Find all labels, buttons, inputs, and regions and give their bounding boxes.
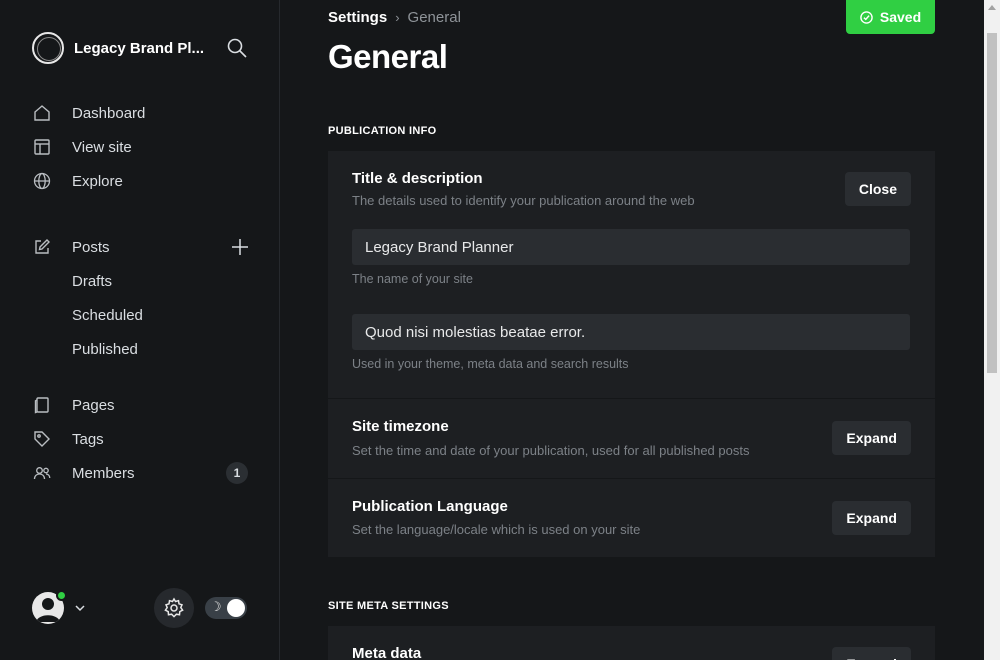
nav-published[interactable]: Published	[32, 332, 252, 366]
page-icon	[32, 395, 52, 415]
breadcrumb-settings[interactable]: Settings	[328, 9, 387, 26]
check-circle-icon	[860, 10, 873, 24]
breadcrumb-general: General	[407, 9, 461, 26]
nav-pages-label: Pages	[72, 396, 115, 414]
timezone-heading: Site timezone	[352, 418, 449, 435]
layout-icon	[32, 137, 52, 157]
divider	[328, 478, 935, 479]
site-logo	[32, 32, 64, 64]
gear-icon	[164, 597, 184, 618]
sidebar: Legacy Brand Pl... Dashboard View site E…	[0, 0, 280, 660]
saved-label: Saved	[879, 9, 922, 25]
globe-icon	[32, 171, 52, 191]
online-status-dot	[56, 590, 67, 601]
nav-secondary: Pages Tags Members 1	[32, 388, 252, 490]
site-meta-card: Meta data Expand	[328, 626, 935, 660]
toggle-knob	[227, 599, 245, 617]
nav-scheduled[interactable]: Scheduled	[32, 298, 252, 332]
theme-toggle[interactable]: ☽	[205, 597, 247, 619]
nav-pages[interactable]: Pages	[32, 388, 252, 422]
nav-drafts-label: Drafts	[72, 272, 113, 290]
site-title-input[interactable]: Legacy Brand Planner	[352, 229, 910, 265]
scrollbar-thumb[interactable]	[987, 33, 997, 373]
chevron-down-icon[interactable]	[74, 602, 86, 614]
nav-primary: Dashboard View site Explore	[32, 96, 252, 198]
nav-scheduled-label: Scheduled	[72, 306, 143, 324]
page-title: General	[328, 38, 448, 75]
nav-drafts[interactable]: Drafts	[32, 264, 252, 298]
section-site-meta: SITE META SETTINGS	[328, 600, 449, 612]
members-icon	[32, 463, 52, 483]
main-content: Settings › General General Saved PUBLICA…	[281, 0, 984, 660]
nav-explore-label: Explore	[72, 172, 123, 190]
settings-button[interactable]	[154, 588, 194, 628]
tag-icon	[32, 429, 52, 449]
site-name: Legacy Brand Pl...	[74, 39, 205, 57]
meta-data-expand-button[interactable]: Expand	[832, 647, 911, 660]
home-icon	[32, 103, 52, 123]
nav-dashboard[interactable]: Dashboard	[32, 96, 252, 130]
search-icon[interactable]	[226, 37, 248, 59]
nav-dashboard-label: Dashboard	[72, 104, 146, 122]
site-description-hint: Used in your theme, meta data and search…	[352, 357, 629, 371]
timezone-expand-button[interactable]: Expand	[832, 421, 911, 455]
nav-view-site-label: View site	[72, 138, 132, 156]
title-description-heading: Title & description	[352, 170, 483, 187]
nav-published-label: Published	[72, 340, 138, 358]
scrollbar[interactable]	[984, 0, 1000, 660]
members-count-badge: 1	[226, 462, 248, 484]
nav-tags-label: Tags	[72, 430, 104, 448]
nav-explore[interactable]: Explore	[32, 164, 252, 198]
add-post-icon[interactable]	[230, 237, 250, 257]
language-desc: Set the language/locale which is used on…	[352, 522, 641, 537]
nav-view-site[interactable]: View site	[32, 130, 252, 164]
language-heading: Publication Language	[352, 498, 508, 515]
publication-info-card: Title & description The details used to …	[328, 151, 935, 557]
scroll-up-arrow-icon[interactable]	[988, 5, 996, 10]
saved-button[interactable]: Saved	[846, 0, 935, 34]
nav-tags[interactable]: Tags	[32, 422, 252, 456]
brand[interactable]: Legacy Brand Pl...	[32, 32, 204, 64]
nav-posts-label: Posts	[72, 238, 110, 256]
breadcrumb-separator: ›	[395, 10, 400, 25]
title-description-desc: The details used to identify your public…	[352, 193, 695, 208]
timezone-desc: Set the time and date of your publicatio…	[352, 443, 750, 458]
close-button[interactable]: Close	[844, 172, 911, 206]
sidebar-footer: ☽	[32, 588, 248, 628]
site-description-input[interactable]: Quod nisi molestias beatae error.	[352, 314, 910, 350]
nav-members[interactable]: Members 1	[32, 456, 252, 490]
language-expand-button[interactable]: Expand	[832, 501, 911, 535]
section-publication-info: PUBLICATION INFO	[328, 125, 437, 137]
edit-icon	[32, 237, 52, 257]
divider	[328, 398, 935, 399]
nav-posts-group: Posts Drafts Scheduled Published	[32, 230, 252, 366]
nav-posts[interactable]: Posts	[32, 230, 252, 264]
meta-data-heading: Meta data	[352, 645, 422, 660]
site-title-hint: The name of your site	[352, 272, 473, 286]
moon-icon: ☽	[210, 599, 222, 614]
nav-members-label: Members	[72, 464, 135, 482]
breadcrumb: Settings › General	[328, 9, 461, 26]
